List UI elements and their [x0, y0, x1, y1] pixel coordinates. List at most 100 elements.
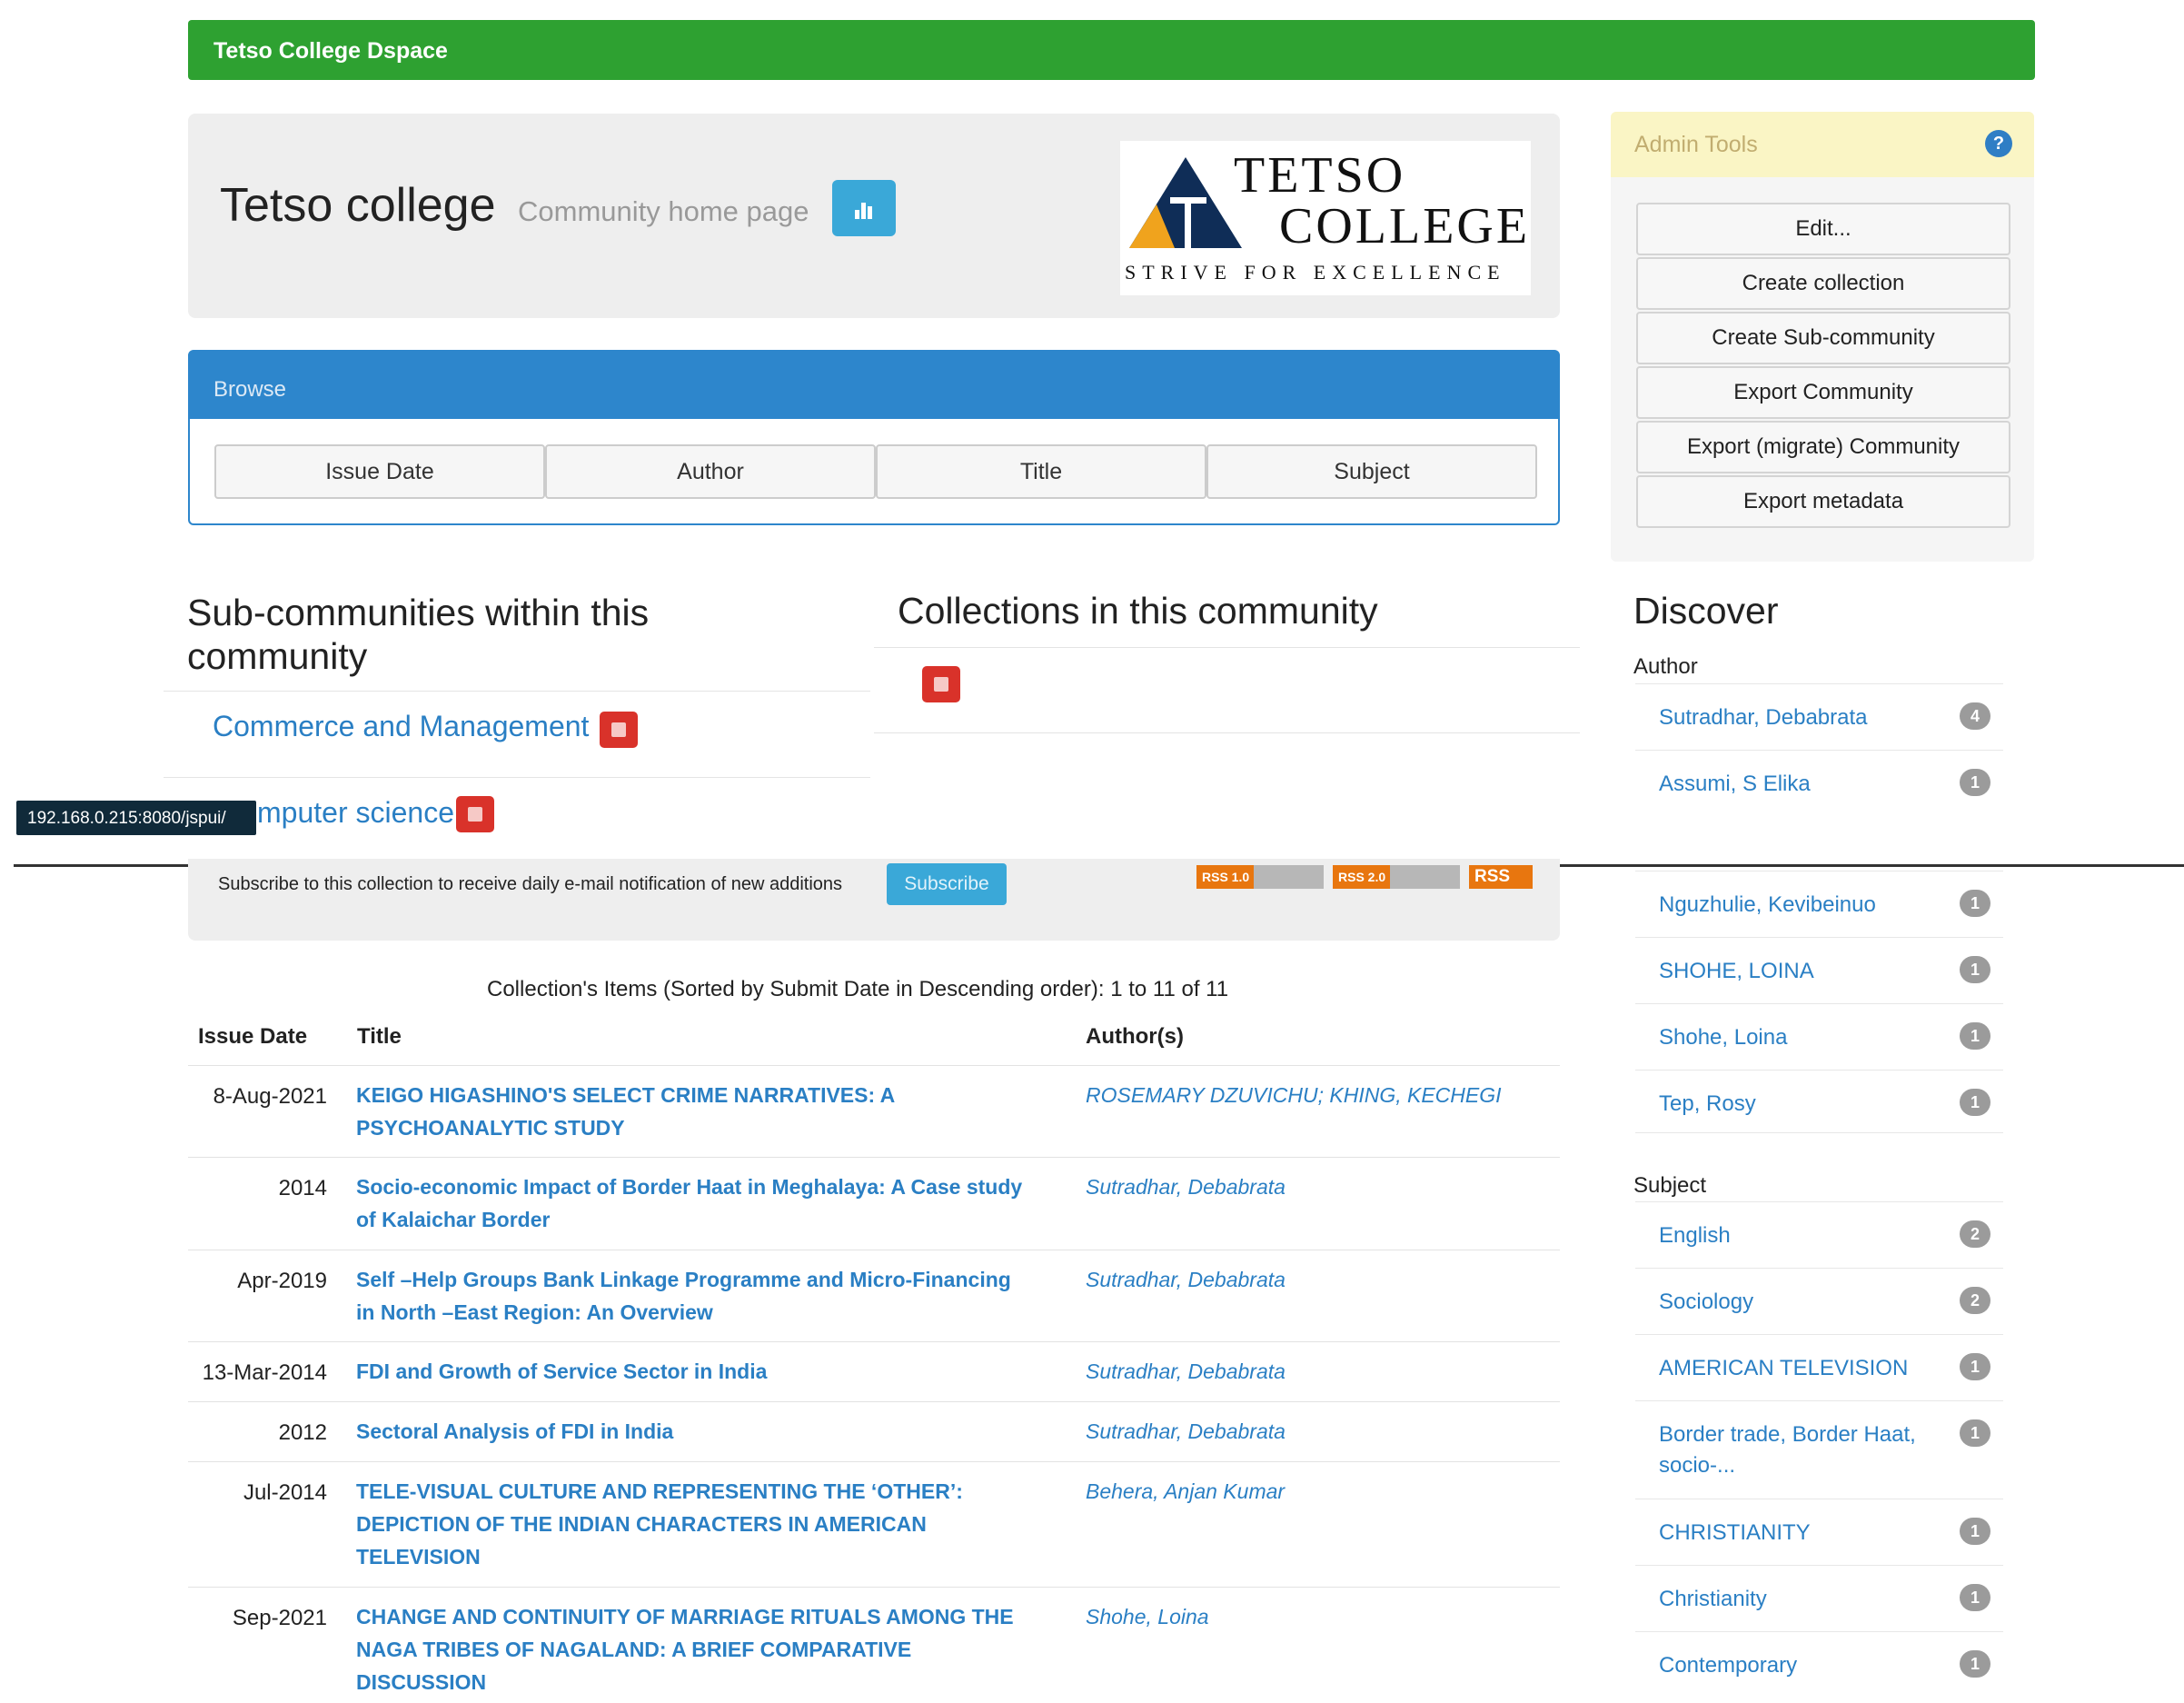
- item-author-link[interactable]: Shohe, Loina: [1086, 1600, 1558, 1633]
- export-metadata-button[interactable]: Export metadata: [1636, 475, 2010, 528]
- item-title-link[interactable]: TELE-VISUAL CULTURE AND REPRESENTING THE…: [356, 1475, 1028, 1573]
- discover-author-item[interactable]: Nguzhulie, Kevibeinuo 1: [1635, 871, 2003, 934]
- facet-label[interactable]: English: [1659, 1220, 1731, 1251]
- row-divider: [188, 1157, 1560, 1158]
- rss-feed-icon[interactable]: [456, 796, 494, 832]
- count-badge: 1: [1960, 1089, 1990, 1116]
- export-migrate-community-button[interactable]: Export (migrate) Community: [1636, 421, 2010, 473]
- subscribe-text: Subscribe to this collection to receive …: [218, 874, 843, 894]
- facet-label[interactable]: Sutradhar, Debabrata: [1659, 702, 1868, 733]
- facet-label[interactable]: Assumi, S Elika: [1659, 769, 1811, 800]
- discover-author-label: Author: [1633, 654, 1698, 679]
- facet-label[interactable]: Sociology: [1659, 1287, 1753, 1318]
- admin-tools-heading: Admin Tools: [1611, 112, 2034, 177]
- item-author-link[interactable]: Sutradhar, Debabrata: [1086, 1415, 1558, 1448]
- item-title-link[interactable]: FDI and Growth of Service Sector in Indi…: [356, 1355, 1028, 1388]
- item-title-link[interactable]: Sectoral Analysis of FDI in India: [356, 1415, 1028, 1448]
- discover-subject-label: Subject: [1633, 1173, 1707, 1198]
- count-badge: 1: [1960, 1650, 1990, 1678]
- edit-button[interactable]: Edit...: [1636, 203, 2010, 255]
- count-badge: 1: [1960, 890, 1990, 917]
- facet-label[interactable]: Christianity: [1659, 1584, 1767, 1615]
- rss-feed-icon[interactable]: [922, 666, 960, 702]
- discover-subject-item[interactable]: Contemporary 1: [1635, 1631, 2003, 1695]
- row-divider: [188, 1065, 1560, 1066]
- item-author-link[interactable]: Sutradhar, Debabrata: [1086, 1263, 1558, 1296]
- browse-title-button[interactable]: Title: [876, 444, 1206, 499]
- logo-name: TETSO: [1234, 147, 1406, 204]
- collection-item: [874, 647, 1580, 733]
- facet-label[interactable]: Border trade, Border Haat, socio-...: [1659, 1419, 1950, 1481]
- subcommunity-link[interactable]: Commerce and Management: [213, 710, 589, 743]
- rss-badge[interactable]: RSS: [1469, 865, 1533, 889]
- count-badge: 1: [1960, 769, 1990, 796]
- page-subtitle: Community home page: [518, 195, 809, 227]
- column-header-title[interactable]: Title: [357, 1024, 402, 1050]
- subscribe-bar: Subscribe to this collection to receive …: [188, 859, 1560, 941]
- item-title-link[interactable]: Self –Help Groups Bank Linkage Programme…: [356, 1263, 1028, 1329]
- discover-subject-item[interactable]: Sociology 2: [1635, 1268, 2003, 1331]
- discover-author-item[interactable]: Shohe, Loina 1: [1635, 1003, 2003, 1067]
- facet-label[interactable]: Contemporary: [1659, 1650, 1797, 1681]
- help-icon[interactable]: ?: [1985, 130, 2012, 157]
- count-badge: 1: [1960, 1584, 1990, 1611]
- discover-author-item[interactable]: Assumi, S Elika 1: [1635, 750, 2003, 813]
- item-author-link[interactable]: Sutradhar, Debabrata: [1086, 1355, 1558, 1388]
- row-divider: [188, 1461, 1560, 1462]
- discover-subject-item[interactable]: Christianity 1: [1635, 1565, 2003, 1628]
- discover-heading: Discover: [1633, 590, 1779, 632]
- export-community-button[interactable]: Export Community: [1636, 366, 2010, 419]
- logo-tagline: STRIVE FOR EXCELLENCE: [1125, 261, 1506, 284]
- item-date: Apr-2019: [237, 1269, 327, 1293]
- facet-label[interactable]: Tep, Rosy: [1659, 1089, 1756, 1120]
- rss-2-badge[interactable]: RSS 2.0: [1333, 865, 1460, 889]
- column-header-issue-date[interactable]: Issue Date: [198, 1024, 307, 1050]
- discover-subject-item[interactable]: English 2: [1635, 1201, 2003, 1265]
- brand-link[interactable]: Tetso College Dspace: [213, 38, 448, 64]
- count-badge: 1: [1960, 1419, 1990, 1447]
- item-author-link[interactable]: ROSEMARY DZUVICHU; KHING, KECHEGI: [1086, 1079, 1558, 1111]
- browse-subject-button[interactable]: Subject: [1206, 444, 1537, 499]
- brand-bar[interactable]: Tetso College Dspace: [188, 20, 2035, 80]
- page-title: Tetso college: [220, 179, 496, 232]
- discover-subject-item[interactable]: AMERICAN TELEVISION 1: [1635, 1334, 2003, 1398]
- admin-tools-panel: Admin Tools ? Edit... Create collection …: [1611, 112, 2034, 562]
- discover-author-item[interactable]: SHOHE, LOINA 1: [1635, 937, 2003, 1001]
- facet-label[interactable]: Shohe, Loina: [1659, 1022, 1787, 1053]
- subcommunity-link[interactable]: mputer science: [257, 796, 454, 830]
- count-badge: 1: [1960, 1022, 1990, 1050]
- item-author-link[interactable]: Sutradhar, Debabrata: [1086, 1170, 1558, 1203]
- facet-label[interactable]: Nguzhulie, Kevibeinuo: [1659, 890, 1876, 921]
- discover-subject-item[interactable]: Border trade, Border Haat, socio-... 1: [1635, 1400, 2003, 1499]
- item-date: 2012: [278, 1420, 327, 1445]
- admin-tools-label: Admin Tools: [1634, 132, 1758, 157]
- item-title-link[interactable]: CHANGE AND CONTINUITY OF MARRIAGE RITUAL…: [356, 1600, 1028, 1698]
- discover-author-item[interactable]: Sutradhar, Debabrata 4: [1635, 683, 2003, 747]
- discover-subject-item[interactable]: CHRISTIANITY 1: [1635, 1499, 2003, 1562]
- count-badge: 1: [1960, 956, 1990, 983]
- rss-1-badge[interactable]: RSS 1.0: [1196, 865, 1324, 889]
- item-author-link[interactable]: Behera, Anjan Kumar: [1086, 1475, 1558, 1508]
- subscribe-button[interactable]: Subscribe: [887, 863, 1007, 905]
- browse-panel: Browse Issue Date Author Title Subject: [188, 350, 1560, 525]
- row-divider: [188, 1587, 1560, 1588]
- facet-label[interactable]: SHOHE, LOINA: [1659, 956, 1814, 987]
- item-date: 2014: [278, 1176, 327, 1200]
- status-url-tooltip: 192.168.0.215:8080/jspui/: [16, 801, 256, 835]
- browse-author-button[interactable]: Author: [545, 444, 876, 499]
- items-caption: Collection's Items (Sorted by Submit Dat…: [487, 977, 1229, 1001]
- column-header-authors[interactable]: Author(s): [1086, 1024, 1184, 1050]
- facet-label[interactable]: AMERICAN TELEVISION: [1659, 1353, 1908, 1384]
- create-collection-button[interactable]: Create collection: [1636, 257, 2010, 310]
- item-title-link[interactable]: Socio-economic Impact of Border Haat in …: [356, 1170, 1028, 1236]
- discover-author-item[interactable]: Tep, Rosy 1: [1635, 1070, 2003, 1133]
- browse-issue-date-button[interactable]: Issue Date: [214, 444, 545, 499]
- create-subcommunity-button[interactable]: Create Sub-community: [1636, 312, 2010, 364]
- statistics-button[interactable]: [832, 180, 896, 236]
- rss-feed-icon[interactable]: [600, 712, 638, 748]
- facet-label[interactable]: CHRISTIANITY: [1659, 1518, 1811, 1549]
- row-divider: [188, 1401, 1560, 1402]
- college-logo: TETSO COLLEGE STRIVE FOR EXCELLENCE: [1120, 141, 1531, 295]
- item-title-link[interactable]: KEIGO HIGASHINO'S SELECT CRIME NARRATIVE…: [356, 1079, 1028, 1144]
- bar-chart-icon: [855, 203, 872, 220]
